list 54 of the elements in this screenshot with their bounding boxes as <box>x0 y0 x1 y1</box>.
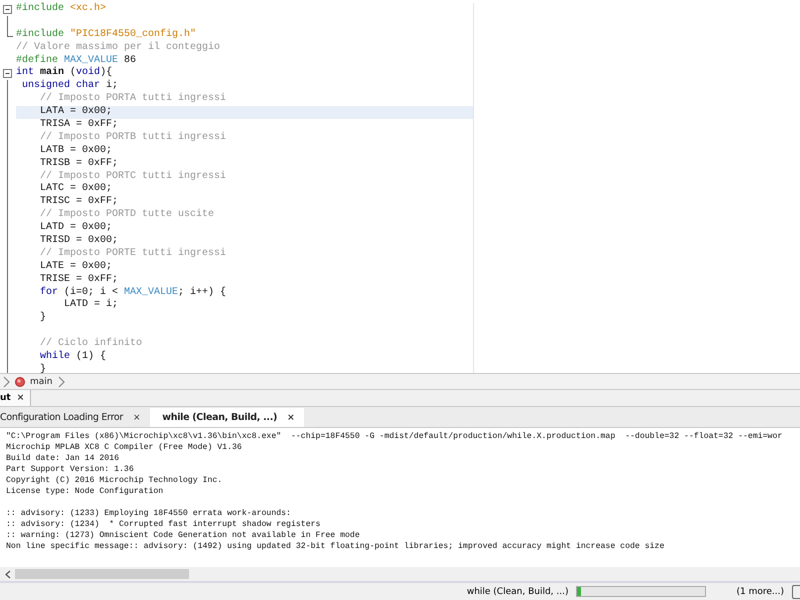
output-line: Microchip MPLAB XC8 C Compiler (Free Mode) V1.36 <box>6 442 243 453</box>
code-line: TRISD = 0x00; <box>39 235 120 248</box>
code-line: TRISC = 0xFF; <box>39 196 120 208</box>
output-tab[interactable]: Configuration Loading Error × <box>0 408 150 427</box>
panel-tab[interactable]: ut × <box>0 390 32 406</box>
code-line: LATD = i; <box>63 299 120 312</box>
chevron-icon <box>3 376 10 388</box>
breadcrumb-item[interactable]: main <box>30 376 52 386</box>
notification-icon[interactable] <box>792 584 800 598</box>
code-line: // Imposto PORTA tutti ingressi <box>39 93 228 106</box>
code-line: while (1) { <box>39 351 108 364</box>
panel-title: ut <box>0 393 11 403</box>
code-line: } <box>39 312 48 326</box>
code-line: // Imposto PORTB tutti ingressi <box>39 132 228 145</box>
output-line: Non line specific message:: advisory: (1492) using updated 32-bit floating-point libraries; improved accuracy might increase code size <box>6 541 666 552</box>
code-line: // Ciclo infinito <box>39 338 144 350</box>
close-icon[interactable]: × <box>133 412 140 422</box>
code-line: LATD = 0x00; <box>39 222 114 235</box>
code-line: TRISE = 0xFF; <box>39 274 120 286</box>
close-icon[interactable]: × <box>16 393 24 403</box>
output-line: Build date: Jan 14 2016 <box>6 453 120 464</box>
task-label: while (Clean, Build, ...) <box>466 586 568 596</box>
output-tab[interactable]: while (Clean, Build, ...) × <box>150 408 304 427</box>
output-line: Copyright (C) 2016 Microchip Technology Inc. <box>6 475 224 486</box>
code-line: unsigned char i; <box>21 80 120 92</box>
code-line: LATC = 0x00; <box>39 183 114 196</box>
output-line: "C:\Program Files (x86)\Microchip\xc8\v1.36\bin\xc8.exe" --chip=18F4550 -G -mdist/default/production/while.X.production.map --double=32 --float=32 --emi=wor <box>6 431 784 442</box>
code-line: // Valore massimo per il conteggio <box>16 42 222 54</box>
code-line: TRISA = 0xFF; <box>39 119 120 132</box>
code-line: } <box>39 364 48 373</box>
code-line: LATE = 0x00; <box>39 260 114 274</box>
output-line: License type: Node Configuration <box>6 486 164 497</box>
chevron-icon <box>58 376 64 388</box>
code-line: // Imposto PORTD tutte uscite <box>39 209 216 222</box>
code-line: for (i=0; i < MAX_VALUE; i++) { <box>39 286 228 298</box>
collapse-icon[interactable] <box>3 69 12 78</box>
scroll-left-icon[interactable] <box>5 570 11 578</box>
collapse-icon[interactable] <box>3 5 12 14</box>
code-line: // Imposto PORTE tutti ingressi <box>39 248 228 261</box>
output-line: :: warning: (1273) Omniscient Code Generation not available in Free mode <box>6 530 361 541</box>
output-line: Part Support Version: 1.36 <box>6 464 135 475</box>
code-line: int main (void){ <box>16 67 114 80</box>
function-icon <box>15 376 25 386</box>
code-line: LATB = 0x00; <box>39 144 114 158</box>
output-line: :: advisory: (1234) * Corrupted fast interrupt shadow registers <box>6 519 322 530</box>
code-line: #include "PIC18F4550_config.h" <box>16 28 198 42</box>
more-link[interactable]: (1 more...) <box>736 586 784 596</box>
code-line: TRISB = 0xFF; <box>39 158 120 170</box>
code-line: #include <xc.h> <box>16 3 108 16</box>
output-line: :: advisory: (1233) Employing 18F4550 errata work-arounds: <box>6 508 292 519</box>
scrollbar-thumb[interactable] <box>15 569 189 579</box>
code-line: #define MAX_VALUE 86 <box>16 54 138 66</box>
close-icon[interactable]: × <box>287 412 294 422</box>
code-line: // Imposto PORTC tutti ingressi <box>39 170 228 183</box>
